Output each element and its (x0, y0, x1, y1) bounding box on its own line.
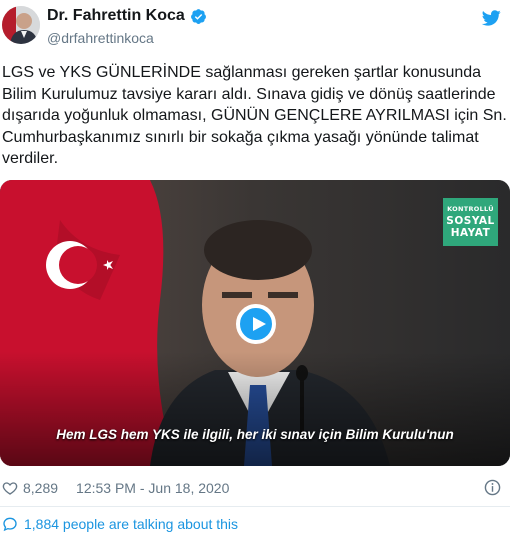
broadcast-badge: KONTROLLÜ SOSYAL HAYAT (443, 198, 498, 246)
talking-count-text[interactable]: 1,884 people are talking about this (24, 516, 238, 532)
tweet-timestamp[interactable]: 12:53 PM - Jun 18, 2020 (76, 480, 229, 496)
twitter-bird-icon[interactable] (480, 8, 502, 28)
conversation-link[interactable]: 1,884 people are talking about this (2, 516, 238, 532)
divider (0, 506, 510, 507)
like-count[interactable]: 8,289 (23, 480, 58, 496)
play-icon[interactable] (236, 304, 276, 344)
verified-badge-icon (190, 8, 206, 24)
author-handle[interactable]: @drfahrettinkoca (47, 30, 154, 46)
avatar[interactable] (2, 6, 40, 44)
badge-line-1: KONTROLLÜ (447, 205, 494, 213)
badge-line-3: HAYAT (450, 227, 491, 239)
speech-bubble-icon (3, 517, 17, 532)
author-name[interactable]: Dr. Fahrettin Koca (47, 7, 185, 25)
badge-line-2: SOSYAL (446, 215, 495, 227)
info-icon[interactable] (484, 479, 501, 496)
heart-icon[interactable] (2, 480, 18, 496)
tweet-header: Dr. Fahrettin Koca @drfahrettinkoca (0, 0, 510, 50)
video-subtitle: Hem LGS hem YKS ile ilgili, her iki sına… (56, 427, 454, 442)
tweet-text: LGS ve YKS GÜNLERİNDE sağlanması gereken… (2, 64, 507, 167)
tweet-meta: 8,289 12:53 PM - Jun 18, 2020 (2, 478, 229, 498)
author-row: Dr. Fahrettin Koca (47, 7, 207, 25)
tweet-card: Dr. Fahrettin Koca @drfahrettinkoca LGS … (0, 0, 510, 538)
